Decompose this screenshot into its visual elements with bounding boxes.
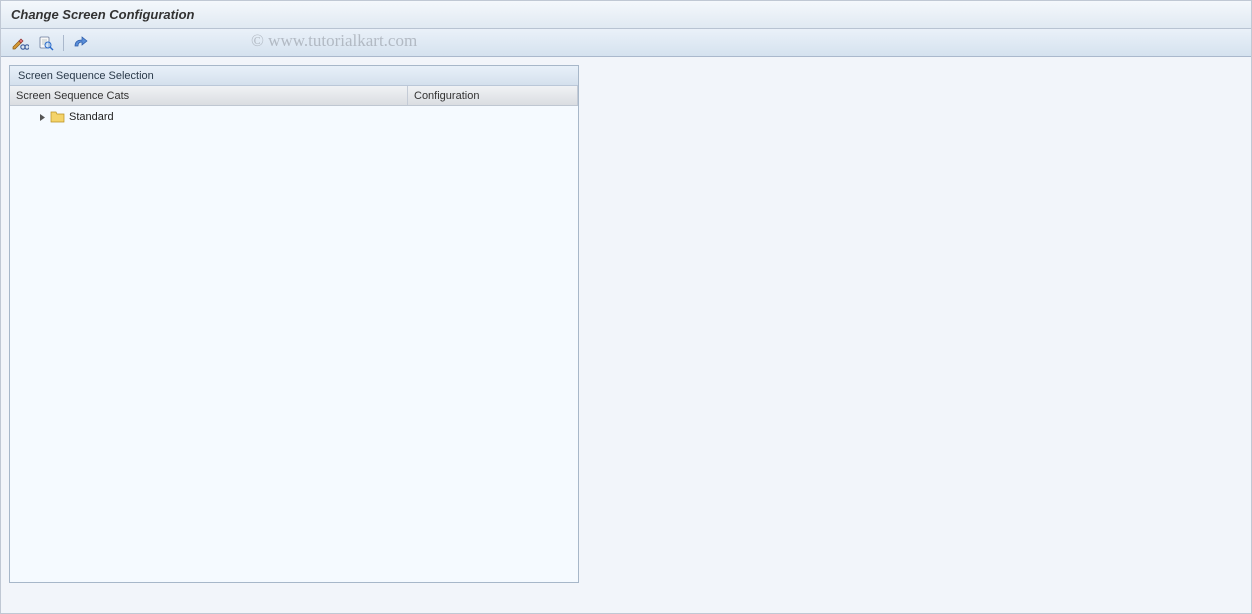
column-header-cats[interactable]: Screen Sequence Cats: [10, 86, 408, 105]
pencil-glasses-icon: [11, 35, 29, 51]
curved-arrow-icon: [72, 35, 90, 51]
img-activity-button[interactable]: [70, 33, 92, 53]
tree-body: Standard: [10, 106, 578, 582]
tree-table: Screen Sequence Cats Configuration: [10, 86, 578, 582]
column-header-config[interactable]: Configuration: [408, 86, 578, 105]
find-button[interactable]: [35, 33, 57, 53]
change-display-button[interactable]: [9, 33, 31, 53]
chevron-right-icon[interactable]: [38, 113, 46, 121]
toolbar: © www.tutorialkart.com: [1, 29, 1251, 57]
tree-row-label: Standard: [69, 111, 114, 123]
app-container: Change Screen Configuration: [0, 0, 1252, 614]
screen-sequence-panel: Screen Sequence Selection Screen Sequenc…: [9, 65, 579, 583]
panel-title: Screen Sequence Selection: [10, 66, 578, 86]
page-title: Change Screen Configuration: [11, 7, 194, 22]
toolbar-separator: [63, 35, 64, 51]
folder-icon: [50, 111, 65, 123]
title-bar: Change Screen Configuration: [1, 1, 1251, 29]
tree-column-headers: Screen Sequence Cats Configuration: [10, 86, 578, 106]
watermark-text: © www.tutorialkart.com: [251, 31, 417, 51]
search-icon: [38, 35, 54, 51]
content-area: Screen Sequence Selection Screen Sequenc…: [1, 57, 1251, 613]
tree-row-standard[interactable]: Standard: [10, 108, 578, 126]
